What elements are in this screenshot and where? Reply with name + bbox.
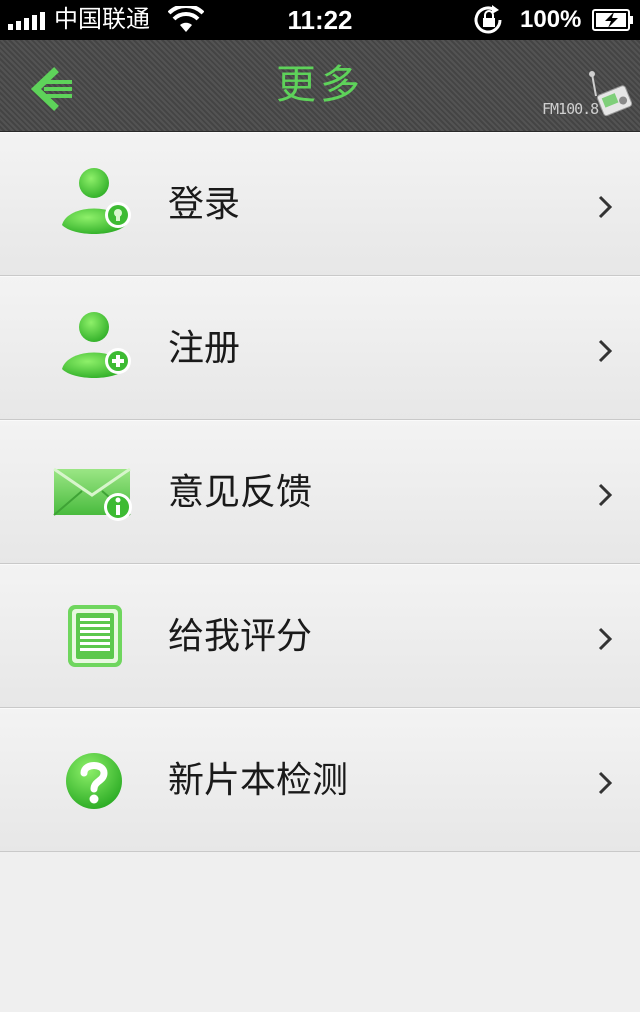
rotation-lock-icon <box>474 5 502 34</box>
menu-item-login[interactable]: 登录 <box>0 132 640 276</box>
chevron-right-icon <box>598 771 613 795</box>
battery-charging-icon <box>592 9 633 31</box>
menu-item-label: 给我评分 <box>168 616 313 657</box>
mail-info-icon <box>53 467 132 521</box>
chevron-right-icon <box>598 195 613 219</box>
brand-logo: FM100.8 <box>538 68 638 128</box>
menu-item-label: 登录 <box>168 184 241 225</box>
menu-item-rate[interactable]: 给我评分 <box>0 564 640 708</box>
chevron-right-icon <box>598 483 613 507</box>
user-login-icon <box>62 168 131 234</box>
battery-percent: 100% <box>520 6 582 33</box>
radio-icon <box>589 71 633 117</box>
menu-item-label: 意见反馈 <box>168 472 313 513</box>
user-add-icon <box>62 312 131 378</box>
status-bar: 中国联通 11:22 100% <box>0 0 640 40</box>
question-icon <box>66 753 122 809</box>
document-icon <box>68 605 122 667</box>
menu-item-register[interactable]: 注册 <box>0 276 640 420</box>
chevron-right-icon <box>598 339 613 363</box>
nav-bar: 更多 FM100.8 <box>0 40 640 132</box>
menu-item-label: 注册 <box>168 328 241 369</box>
menu-list: 登录 注册 意见反馈 给我评分 新片本检测 <box>0 132 640 852</box>
menu-item-feedback[interactable]: 意见反馈 <box>0 420 640 564</box>
menu-item-label: 新片本检测 <box>168 760 349 801</box>
menu-item-version-check[interactable]: 新片本检测 <box>0 708 640 852</box>
chevron-right-icon <box>598 627 613 651</box>
brand-text: FM100.8 <box>542 100 599 118</box>
